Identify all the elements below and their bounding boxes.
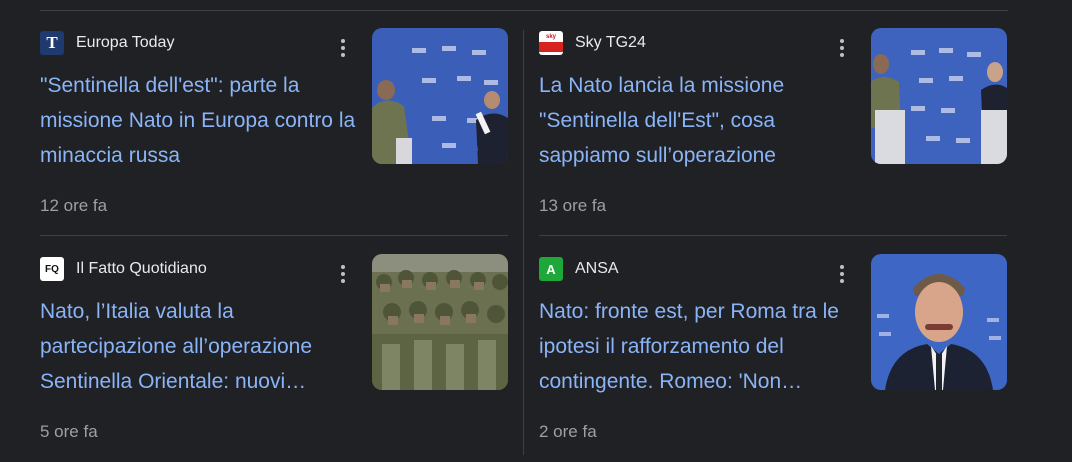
source-row: FQ Il Fatto Quotidiano xyxy=(40,255,207,283)
more-options-icon[interactable] xyxy=(835,36,849,60)
news-card[interactable]: T Europa Today "Sentinella dell'est": pa… xyxy=(40,10,508,236)
source-name: ANSA xyxy=(575,260,619,277)
source-name: Il Fatto Quotidiano xyxy=(76,260,207,277)
source-name: Sky TG24 xyxy=(575,34,646,51)
europa-today-logo-icon: T xyxy=(40,31,64,55)
column-divider xyxy=(523,30,524,455)
source-name: Europa Today xyxy=(76,34,175,51)
headline-link[interactable]: La Nato lancia la missione "Sentinella d… xyxy=(539,68,859,173)
news-card[interactable]: sky Sky TG24 La Nato lancia la missione … xyxy=(539,10,1007,236)
more-options-icon[interactable] xyxy=(336,262,350,286)
ansa-logo-icon: A xyxy=(539,257,563,281)
il-fatto-quotidiano-logo-icon: FQ xyxy=(40,257,64,281)
news-thumbnail[interactable] xyxy=(372,254,508,390)
sky-tg24-logo-icon: sky xyxy=(539,31,563,55)
timestamp: 13 ore fa xyxy=(539,196,607,215)
news-thumbnail[interactable] xyxy=(871,254,1007,390)
timestamp: 2 ore fa xyxy=(539,422,597,441)
headline-link[interactable]: Nato: fronte est, per Roma tra le ipotes… xyxy=(539,294,859,399)
timestamp: 12 ore fa xyxy=(40,196,108,215)
more-options-icon[interactable] xyxy=(336,36,350,60)
source-row: A ANSA xyxy=(539,255,619,283)
headline-link[interactable]: "Sentinella dell'est": parte la missione… xyxy=(40,68,360,173)
news-thumbnail[interactable] xyxy=(372,28,508,164)
headline-link[interactable]: Nato, l’Italia valuta la partecipazione … xyxy=(40,294,360,399)
news-card[interactable]: A ANSA Nato: fronte est, per Roma tra le… xyxy=(539,236,1007,462)
more-options-icon[interactable] xyxy=(835,262,849,286)
news-thumbnail[interactable] xyxy=(871,28,1007,164)
source-row: T Europa Today xyxy=(40,29,174,57)
timestamp: 5 ore fa xyxy=(40,422,98,441)
news-card[interactable]: FQ Il Fatto Quotidiano Nato, l’Italia va… xyxy=(40,236,508,462)
news-grid: T Europa Today "Sentinella dell'est": pa… xyxy=(40,10,1008,455)
source-row: sky Sky TG24 xyxy=(539,29,646,57)
